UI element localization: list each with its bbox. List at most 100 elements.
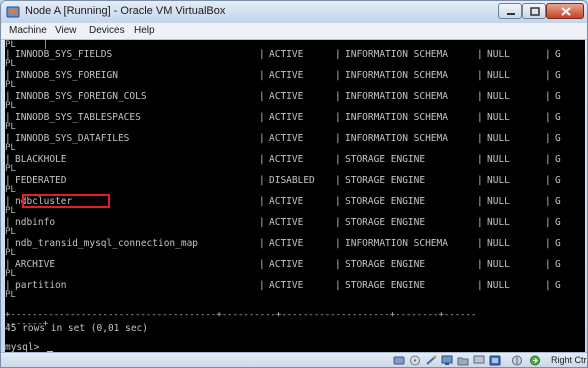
optical-drive-icon[interactable]: [409, 355, 421, 366]
console-wrap-fragment: PL: [5, 81, 16, 90]
column-separator: |: [335, 175, 341, 186]
plugin-type-cell: STORAGE ENGINE: [345, 280, 426, 291]
console-wrap-fragment: PL: [5, 249, 16, 258]
menu-devices[interactable]: Devices: [89, 25, 125, 36]
plugin-license-cell: G: [555, 133, 561, 144]
mouse-integration-icon[interactable]: [511, 355, 523, 366]
plugin-status-cell: ACTIVE: [269, 196, 304, 207]
column-separator: |: [477, 175, 483, 186]
column-separator: |: [477, 238, 483, 249]
column-separator: |: [545, 175, 551, 186]
column-separator: |: [335, 70, 341, 81]
display-icon[interactable]: [473, 355, 485, 366]
plugin-type-cell: STORAGE ENGINE: [345, 154, 426, 165]
status-bar: Right Ctrl: [1, 352, 588, 367]
title-bar[interactable]: Node A [Running] - Oracle VM VirtualBox: [1, 1, 587, 23]
column-separator: |: [545, 259, 551, 270]
host-key-label: Right Ctrl: [551, 355, 588, 365]
menu-view[interactable]: View: [55, 25, 77, 36]
plugin-library-cell: NULL: [487, 70, 510, 81]
virtualbox-window: Node A [Running] - Oracle VM VirtualBox …: [0, 0, 588, 368]
column-separator: |: [335, 154, 341, 165]
menu-help[interactable]: Help: [134, 25, 155, 36]
plugin-license-cell: G: [555, 154, 561, 165]
minimize-button[interactable]: [498, 3, 522, 19]
wrap-text: PL: [5, 290, 16, 300]
shared-folders-icon[interactable]: [457, 355, 469, 366]
column-separator: |: [335, 133, 341, 144]
console-wrap-fragment: PL: [5, 144, 16, 153]
wrap-text: PL: [5, 143, 16, 153]
wrap-text: PL: [5, 185, 16, 195]
console-wrap-fragment: PL: [5, 102, 16, 111]
maximize-button[interactable]: [522, 3, 546, 19]
video-capture-icon[interactable]: [489, 355, 501, 366]
virtualbox-app-icon: [6, 6, 20, 18]
host-key-capture-icon[interactable]: [529, 355, 541, 366]
console-wrap-fragment: PL: [5, 123, 16, 132]
plugin-library-cell: NULL: [487, 133, 510, 144]
wrap-text: PL: [5, 206, 16, 216]
wrap-text: PL: [5, 59, 16, 69]
minimize-icon: [507, 13, 515, 15]
plugin-name-cell: partition: [15, 280, 67, 291]
column-separator: |: [259, 238, 265, 249]
vm-console-screen[interactable]: PL | | INNODB_SYS_FIELDS | ACTIVE | INFORMATI…: [5, 40, 585, 352]
wrap-text: PL: [5, 248, 16, 258]
console-wrap-fragment: PL: [5, 60, 16, 69]
column-separator: |: [259, 196, 265, 207]
column-separator: |: [477, 112, 483, 123]
wrap-text: PL: [5, 122, 16, 132]
plugin-name-cell: INNODB_SYS_FIELDS: [15, 49, 113, 60]
column-separator: |: [335, 280, 341, 291]
plugin-status-cell: ACTIVE: [269, 70, 304, 81]
console-wrap-fragment: PL: [5, 207, 16, 216]
plugin-type-cell: INFORMATION SCHEMA: [345, 91, 448, 102]
usb-icon[interactable]: [425, 355, 437, 366]
ndbcluster-highlight-box: [22, 194, 110, 208]
plugin-library-cell: NULL: [487, 238, 510, 249]
plugin-license-cell: G: [555, 217, 561, 228]
plugin-name-cell: INNODB_SYS_DATAFILES: [15, 133, 130, 144]
column-separator: |: [477, 280, 483, 291]
menu-machine[interactable]: Machine: [9, 25, 47, 36]
plugin-license-cell: G: [555, 91, 561, 102]
plugin-type-cell: INFORMATION SCHEMA: [345, 238, 448, 249]
column-separator: |: [477, 70, 483, 81]
column-separator: |: [545, 133, 551, 144]
menu-bar: Machine View Devices Help: [1, 23, 587, 40]
mysql-prompt[interactable]: mysql>: [5, 342, 54, 353]
column-separator: |: [477, 49, 483, 60]
column-separator: |: [259, 217, 265, 228]
column-separator: |: [259, 91, 265, 102]
column-separator: |: [259, 175, 265, 186]
column-separator: |: [335, 217, 341, 228]
plugin-type-cell: INFORMATION SCHEMA: [345, 49, 448, 60]
plugin-library-cell: NULL: [487, 217, 510, 228]
network-icon[interactable]: [441, 355, 453, 366]
prompt-text: mysql>: [5, 342, 46, 353]
wrap-text: PL: [5, 227, 16, 237]
plugin-status-cell: ACTIVE: [269, 112, 304, 123]
column-separator: |: [477, 196, 483, 207]
table-bottom-border: +--------------------------------------+…: [5, 310, 477, 320]
close-button[interactable]: [546, 3, 584, 19]
wrap-text: PL: [5, 269, 16, 279]
plugin-license-cell: G: [555, 280, 561, 291]
plugin-status-cell: ACTIVE: [269, 49, 304, 60]
plugin-type-cell: STORAGE ENGINE: [345, 217, 426, 228]
wrap-text: PL: [5, 164, 16, 174]
plugin-library-cell: NULL: [487, 259, 510, 270]
column-separator: |: [335, 196, 341, 207]
hard-disk-icon[interactable]: [393, 355, 405, 366]
plugin-license-cell: G: [555, 175, 561, 186]
wrap-text: PL: [5, 101, 16, 111]
plugin-license-cell: G: [555, 49, 561, 60]
column-separator: |: [477, 154, 483, 165]
maximize-icon: [530, 7, 540, 16]
plugin-name-cell: BLACKHOLE: [15, 154, 67, 165]
column-separator: |: [259, 112, 265, 123]
console-wrap-fragment: PL: [5, 165, 16, 174]
plugin-name-cell: INNODB_SYS_FOREIGN: [15, 70, 118, 81]
plugin-status-cell: ACTIVE: [269, 259, 304, 270]
